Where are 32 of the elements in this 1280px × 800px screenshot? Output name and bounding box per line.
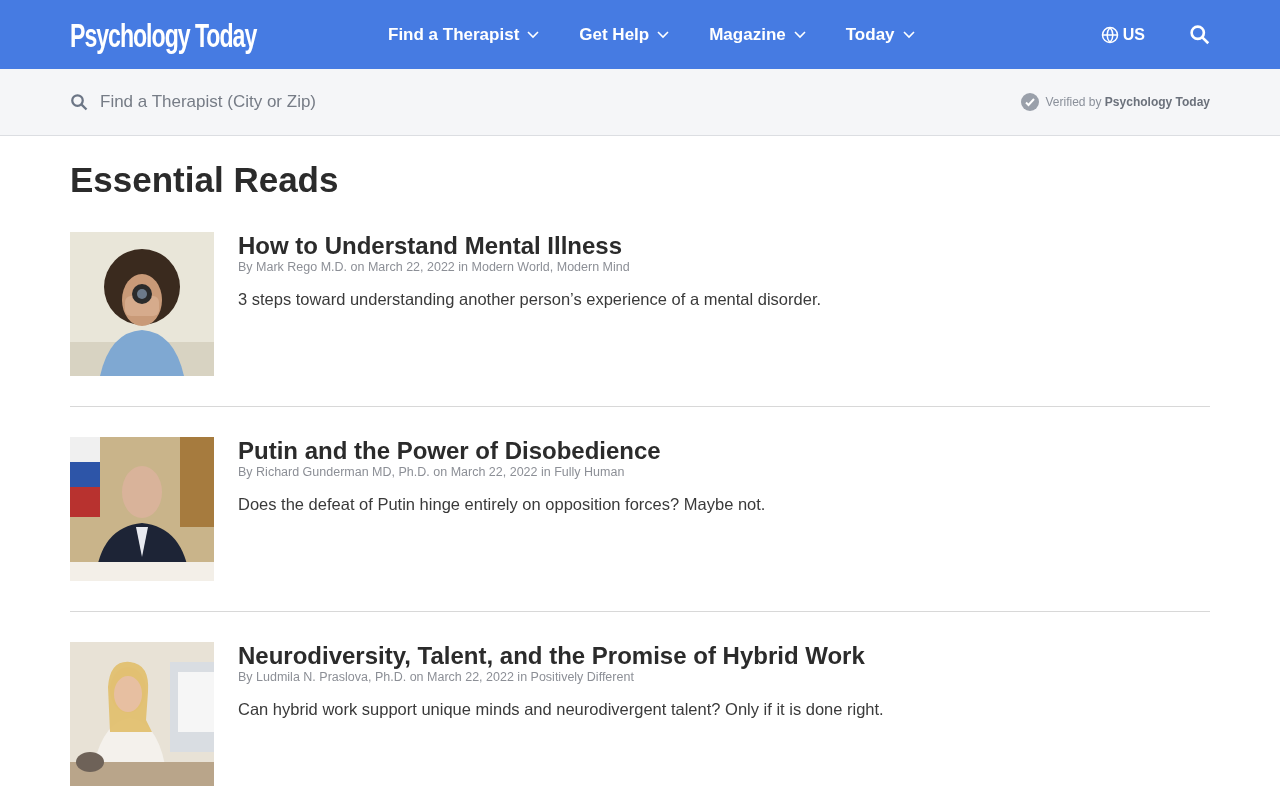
location-search-field[interactable]: Find a Therapist (City or Zip) [100,89,500,115]
chevron-down-icon [527,30,540,39]
nav-menu-button[interactable]: Today [845,21,915,48]
article-teaser: 3 steps toward understanding another person’s experience of a mental disorder. [238,288,822,310]
section-heading: Essential Reads [70,159,340,201]
article-byline: By Mark Rego M.D. on March 22, 2022 in Modern World, Modern Mind [238,258,631,275]
article-title-link[interactable]: Neurodiversity, Talent, and the Promise of Hybrid Work [238,642,884,669]
region-button[interactable]: US [1100,22,1145,47]
chevron-down-icon [793,30,806,39]
category-link[interactable]: Modern World, Modern Mind [471,259,630,274]
category-link[interactable]: Fully Human [554,464,625,479]
site-logo[interactable]: Psychology Today [70,14,257,55]
author-link[interactable]: Richard Gunderman MD, Ph.D. [256,464,430,479]
search-icon [70,93,88,111]
article-teaser: Can hybrid work support unique minds and neurodivergent talent? Only if it is done right. [238,698,884,720]
nav-menu-button[interactable]: Get Help [579,21,670,48]
verified-text: Verified by Psychology Today [1045,94,1210,111]
nav-menu-button[interactable]: Magazine [709,21,806,48]
chevron-down-icon [657,30,670,39]
check-circle-icon [1021,93,1040,111]
article-byline: By Richard Gunderman MD, Ph.D. on March 22, 2022 in Fully Human [238,463,626,480]
chevron-down-icon [902,30,915,39]
article-title-link[interactable]: How to Understand Mental Illness [238,232,822,259]
search-button[interactable] [1189,24,1210,45]
nav-menu-button[interactable]: Find a Therapist [388,21,540,48]
article-byline: By Ludmila N. Praslova, Ph.D. on March 22, 2022 in Positively Different [238,669,635,685]
author-link[interactable]: Mark Rego M.D. [256,259,348,274]
article-teaser: Does the defeat of Putin hinge entirely on opposition forces? Maybe not. [238,493,766,515]
author-link[interactable]: Ludmila N. Praslova, Ph.D. [256,669,407,684]
globe-icon [1100,25,1119,44]
category-link[interactable]: Positively Different [530,669,634,684]
article-title-link[interactable]: Putin and the Power of Disobedience [238,437,766,464]
